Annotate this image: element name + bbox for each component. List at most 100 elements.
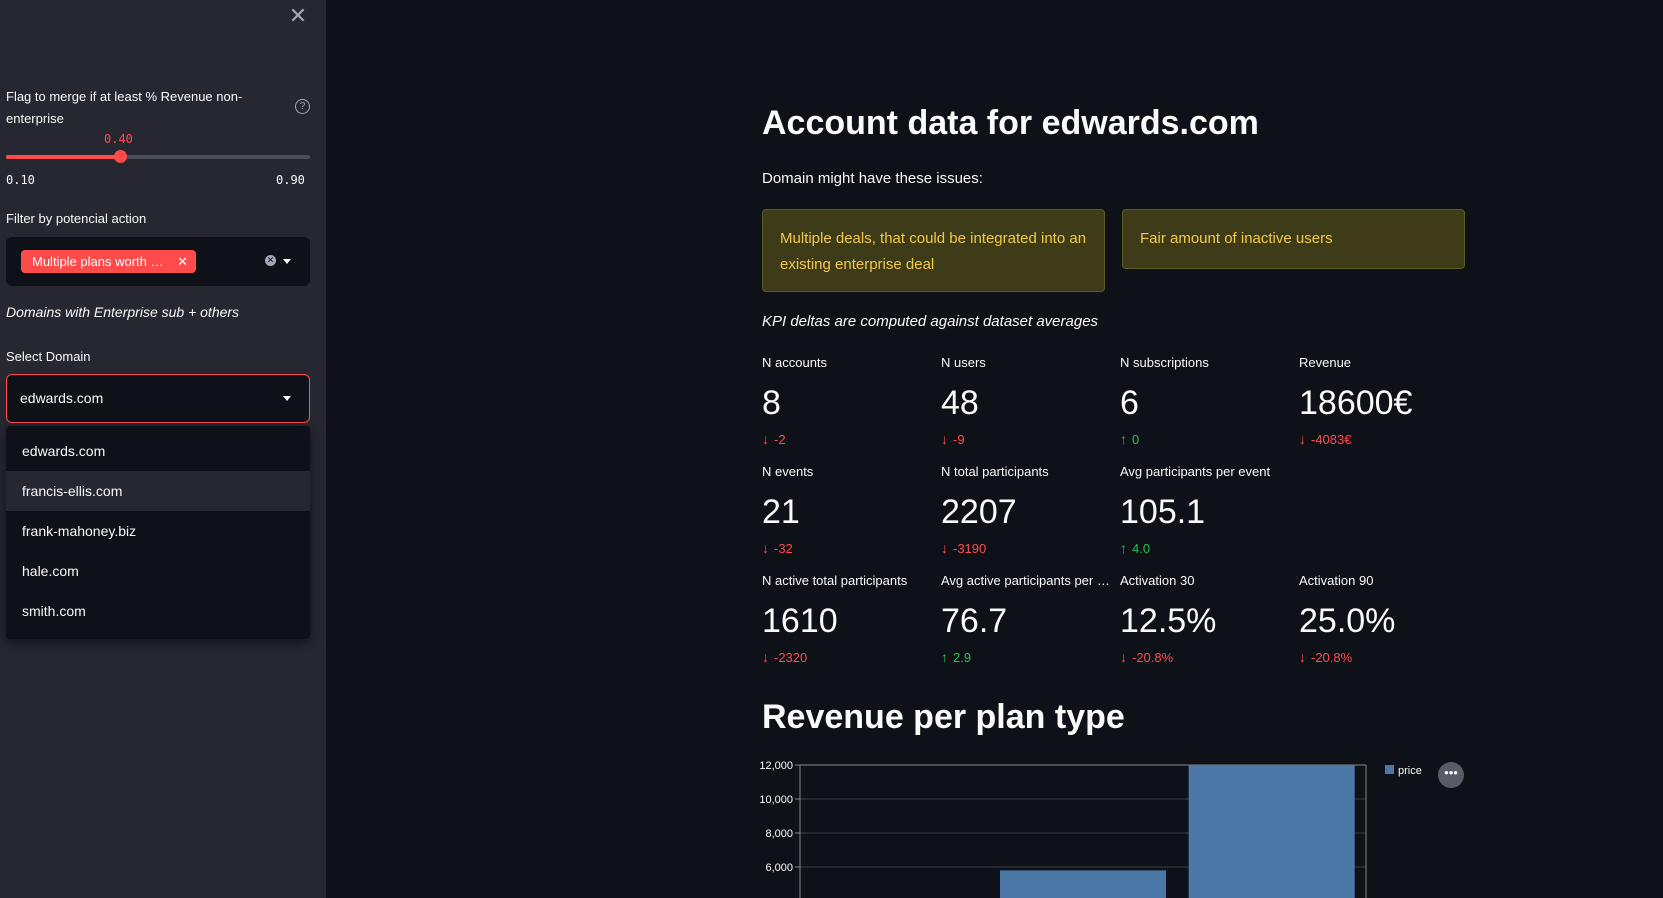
- metric-label: Revenue: [1299, 355, 1352, 370]
- metric-value: 8: [762, 384, 781, 422]
- metric-delta-value: -2320: [774, 650, 808, 665]
- y-tick-label: 6,000: [765, 862, 793, 874]
- bar: [1188, 765, 1355, 898]
- issues-caption: Domain might have these issues:: [762, 170, 983, 187]
- arrow-down-icon: ↓: [762, 649, 769, 665]
- metric-delta: ↓ -20.8%: [1120, 649, 1295, 667]
- slider-fill: [6, 155, 120, 159]
- metric-delta-value: -3190: [953, 541, 987, 556]
- slider-current-value: 0.40: [104, 132, 133, 146]
- bar: [999, 870, 1167, 898]
- metric-card: N subscriptions 6 ↑ 0: [1120, 355, 1295, 449]
- metric-delta: ↑ 4.0: [1120, 540, 1295, 558]
- metric-label: Activation 90: [1299, 573, 1374, 588]
- chart-menu-button[interactable]: •••: [1438, 762, 1464, 788]
- metric-delta-value: -4083€: [1311, 432, 1352, 447]
- arrow-up-icon: ↑: [1120, 540, 1127, 556]
- metric-delta-value: 2.9: [953, 650, 972, 665]
- filter-label: Filter by potencial action: [6, 211, 147, 226]
- metric-label: Activation 30: [1120, 573, 1195, 588]
- metric-delta: ↓ -9: [941, 431, 1116, 449]
- y-tick-label: 10,000: [759, 794, 793, 806]
- metric-card: Avg participants per event 105.1 ↑ 4.0: [1120, 464, 1295, 558]
- domain-selectbox[interactable]: edwards.com: [6, 374, 310, 423]
- slider-min-label: 0.10: [6, 173, 35, 187]
- revenue-bar-chart: 6,000 8,000 10,000 12,000 price: [759, 760, 1422, 898]
- selected-tag-label: Multiple plans worth integrating: [32, 254, 165, 269]
- y-tick-label: 12,000: [759, 760, 793, 772]
- metric-value: 48: [941, 384, 979, 422]
- metric-card: Activation 30 12.5% ↓ -20.8%: [1120, 573, 1295, 667]
- close-sidebar-button[interactable]: ✕: [288, 5, 308, 27]
- action-filter-multiselect[interactable]: Multiple plans worth integrating ✕ ✕: [6, 237, 310, 286]
- metric-value: 21: [762, 493, 800, 531]
- domain-option[interactable]: smith.com: [6, 591, 310, 631]
- legend-label: price: [1398, 765, 1422, 777]
- arrow-down-icon: ↓: [941, 540, 948, 556]
- domain-option[interactable]: frank-mahoney.biz: [6, 511, 310, 551]
- metric-label: N accounts: [762, 355, 828, 370]
- metric-label: N active total participants: [762, 573, 908, 588]
- metric-delta: ↓ -2320: [762, 649, 937, 667]
- metric-delta: ↑ 0: [1120, 431, 1295, 449]
- metric-value: 25.0%: [1299, 602, 1396, 640]
- metric-card: N total participants 2207 ↓ -3190: [941, 464, 1116, 558]
- chart-title: Revenue per plan type: [762, 698, 1125, 736]
- metric-delta-value: -2: [774, 432, 786, 447]
- metric-delta-value: -32: [774, 541, 793, 556]
- domain-option[interactable]: francis-ellis.com: [6, 471, 310, 511]
- metric-delta-value: 0: [1132, 432, 1140, 447]
- domain-option[interactable]: edwards.com: [6, 431, 310, 471]
- metric-delta: ↑ 2.9: [941, 649, 1116, 667]
- domain-selected-value: edwards.com: [20, 390, 104, 406]
- metric-delta: ↓ -32: [762, 540, 937, 558]
- metric-card: N events 21 ↓ -32: [762, 464, 937, 558]
- kpi-caption: KPI deltas are computed against dataset …: [762, 313, 1099, 330]
- domain-select-label: Select Domain: [6, 349, 91, 364]
- warning-box: Fair amount of inactive users: [1122, 209, 1465, 269]
- metric-label: N users: [941, 355, 986, 370]
- metric-card: Revenue 18600€ ↓ -4083€: [1299, 355, 1474, 449]
- metric-delta-value: -20.8%: [1132, 650, 1174, 665]
- metric-value: 76.7: [941, 602, 1008, 640]
- metric-delta-value: -9: [953, 432, 965, 447]
- arrow-down-icon: ↓: [1299, 431, 1306, 447]
- metric-value: 1610: [762, 602, 838, 640]
- selected-tag: Multiple plans worth integrating ✕: [21, 250, 196, 273]
- sidebar: ✕ Flag to merge if at least % Revenue no…: [0, 0, 326, 898]
- metric-delta: ↓ -2: [762, 431, 937, 449]
- metric-delta: ↓ -4083€: [1299, 431, 1474, 449]
- metric-card: N active total participants 1610 ↓ -2320: [762, 573, 937, 667]
- metric-label: N subscriptions: [1120, 355, 1209, 370]
- domain-option[interactable]: hale.com: [6, 551, 310, 591]
- metric-card: N accounts 8 ↓ -2: [762, 355, 937, 449]
- metric-value: 6: [1120, 384, 1139, 422]
- legend-swatch: [1385, 765, 1394, 774]
- domain-dropdown-list: edwards.com francis-ellis.com frank-maho…: [6, 426, 310, 639]
- help-icon[interactable]: ?: [295, 99, 310, 114]
- slider-thumb[interactable]: [114, 150, 127, 163]
- warning-text: Multiple deals, that could be integrated…: [780, 230, 1087, 273]
- revenue-threshold-slider[interactable]: [6, 150, 310, 163]
- chevron-down-icon[interactable]: [283, 259, 291, 264]
- arrow-down-icon: ↓: [1120, 649, 1127, 665]
- chevron-down-icon[interactable]: [283, 396, 291, 401]
- metric-value: 12.5%: [1120, 602, 1217, 640]
- arrow-down-icon: ↓: [941, 431, 948, 447]
- metric-label: N events: [762, 464, 814, 479]
- remove-tag-icon[interactable]: ✕: [177, 250, 188, 273]
- metric-value: 18600€: [1299, 384, 1413, 422]
- metric-card: Activation 90 25.0% ↓ -20.8%: [1299, 573, 1474, 667]
- metric-card: N users 48 ↓ -9: [941, 355, 1116, 449]
- metric-delta: ↓ -3190: [941, 540, 1116, 558]
- metric-delta: ↓ -20.8%: [1299, 649, 1474, 667]
- metric-label: Avg active participants per event: [941, 573, 1116, 588]
- warning-text: Fair amount of inactive users: [1140, 230, 1333, 247]
- warning-box: Multiple deals, that could be integrated…: [762, 209, 1105, 292]
- metric-value: 2207: [941, 493, 1017, 531]
- clear-all-icon[interactable]: ✕: [265, 255, 276, 266]
- arrow-down-icon: ↓: [762, 540, 769, 556]
- metric-label: N total participants: [941, 464, 1049, 479]
- domain-caption: Domains with Enterprise sub + others: [6, 304, 240, 320]
- page-title: Account data for edwards.com: [762, 104, 1259, 142]
